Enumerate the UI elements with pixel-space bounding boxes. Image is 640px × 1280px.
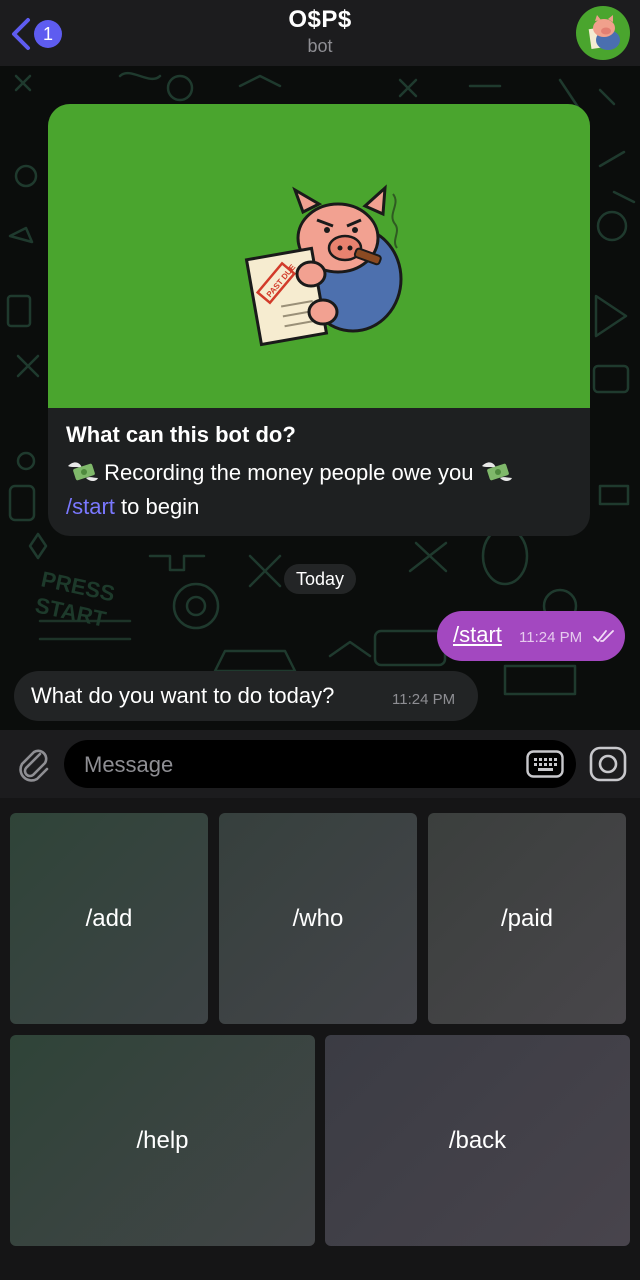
bot-reply-keyboard: /add /who /paid /help /back [0,798,640,1280]
money-with-wings-icon [68,462,98,481]
camera-icon[interactable] [589,746,627,782]
intro-description-line: Recording the money people owe you [66,456,576,490]
bot-keyboard-icon[interactable] [526,750,564,778]
chat-subtitle: bot [307,36,333,56]
keyboard-button-who[interactable]: /who [219,813,417,1024]
start-command-link[interactable]: /start [66,494,115,519]
chat-title: O$P$ [288,6,352,33]
paperclip-icon[interactable] [14,744,52,784]
chat-title-area[interactable]: O$P$ bot [0,6,640,57]
incoming-message-text: What do you want to do today? [31,683,335,708]
keyboard-button-add[interactable]: /add [10,813,208,1024]
intro-description: Recording the money people owe you [104,460,474,485]
chat-area[interactable]: PRESS START PAST DUE What can this bot d… [0,66,640,730]
outgoing-message-time: 11:24 PM [519,629,583,646]
keyboard-button-back[interactable]: /back [325,1035,630,1246]
intro-start-line: /start to begin [66,490,576,524]
chat-header: 1 O$P$ bot [0,0,640,66]
intro-heading: What can this bot do? [66,422,296,447]
incoming-message-bubble[interactable]: What do you want to do today? 11:24 PM [14,671,478,721]
pig-holding-invoice-illustration: PAST DUE [244,184,403,347]
pig-avatar-icon [588,15,620,50]
keyboard-button-help[interactable]: /help [10,1035,315,1246]
start-command-suffix: to begin [114,494,200,519]
incoming-message-time: 11:24 PM [392,691,456,708]
message-input-bar [0,730,640,798]
message-field[interactable] [64,740,576,790]
date-separator: Today [284,564,356,594]
bot-avatar[interactable] [576,6,630,60]
outgoing-message-bubble[interactable]: /start 11:24 PM [437,611,625,661]
bot-intro-image: PAST DUE [48,104,590,408]
money-with-wings-icon [481,462,512,481]
message-input[interactable] [82,740,506,790]
read-checkmarks-icon [593,630,614,642]
outgoing-message-text[interactable]: /start [453,622,502,648]
bot-intro-card: PAST DUE What can this bot do? Recording… [48,104,590,536]
keyboard-button-paid[interactable]: /paid [428,813,626,1024]
